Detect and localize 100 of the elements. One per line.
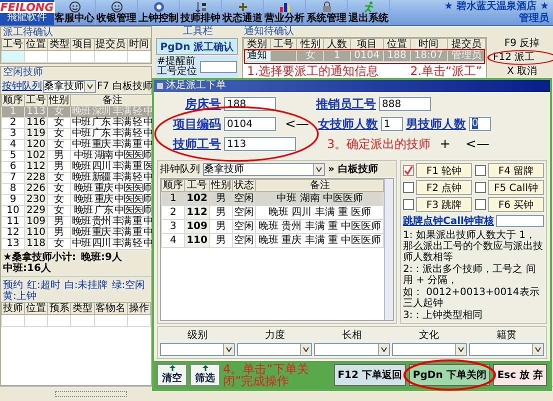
caret-icon	[303, 347, 310, 352]
filter-select[interactable]	[160, 343, 236, 356]
column-header: 位置	[24, 302, 48, 314]
locate-field[interactable]	[200, 61, 237, 73]
checkbox[interactable]	[475, 199, 486, 210]
legend-item: 预约	[3, 280, 23, 291]
queue-select[interactable]: 桑拿技师	[43, 80, 96, 92]
table-cell: 230	[24, 194, 48, 206]
toolbar-button[interactable]: 客服中心	[54, 0, 96, 25]
field-label[interactable]: 女技师人数	[318, 116, 378, 132]
table-cell: 188	[383, 50, 410, 62]
legend-item: 绿:空闲	[112, 280, 146, 291]
note-text: 如： 0012+0013+0014表示三人起钟	[403, 287, 540, 309]
male-count-field[interactable]: 0	[468, 117, 491, 131]
up-arrow-icon	[202, 365, 208, 371]
locate-label: #提醒前工号定位	[157, 57, 198, 77]
technician-row[interactable]: 4 110 男 空闲 晚班 重庆 丰满 重 中医医师	[162, 234, 384, 248]
return-button[interactable]: F12 下单返回	[334, 364, 406, 386]
female-count-field[interactable]: 1	[380, 117, 403, 131]
filter-select[interactable]	[468, 343, 544, 356]
table-cell: 18:07	[410, 50, 448, 62]
panel-title: 空闲技师	[1, 67, 151, 78]
toolbar-button[interactable]: 退出系统	[348, 0, 390, 25]
checkbox[interactable]	[403, 165, 414, 176]
notice-row[interactable]: 通知 女 1 0104 188 18:07 管理员	[244, 50, 486, 62]
filter-select[interactable]	[314, 343, 390, 356]
toolbar-button[interactable]: 技师排钟	[180, 0, 222, 25]
annotation-text: 4。单击“下单关闭”完成操作	[223, 363, 310, 387]
technician-number-field[interactable]: 113	[224, 137, 296, 151]
table-cell: 229	[24, 206, 48, 216]
table-cell: 男	[209, 234, 233, 248]
table-cell: 女	[48, 140, 70, 150]
cancel-button[interactable]: Esc 放 弃	[493, 364, 547, 386]
option-button[interactable]: F1 轮钟	[416, 163, 472, 178]
table-cell: 226	[24, 184, 48, 194]
annotation-text: 3。确定派出的技师	[327, 138, 431, 150]
toolbar-button[interactable]: 系统管理	[306, 0, 348, 25]
annotation-text: 1.选择要派工的通知信息	[247, 65, 378, 78]
figure-icon	[362, 1, 374, 13]
column-header: 顺序	[162, 180, 185, 192]
table-cell: 晚班 贵州 丰满 重 中医医师	[256, 220, 384, 234]
table-cell: 女	[48, 118, 70, 128]
table-cell: 男	[48, 228, 70, 238]
confirm-dispatch-button[interactable]: PgDn 派工确认	[156, 38, 238, 55]
side-button[interactable]: F9 反掉	[493, 38, 551, 49]
filter-select[interactable]	[237, 343, 312, 356]
toolbar-button[interactable]: 营业分析	[264, 0, 306, 25]
table-cell: 男	[209, 220, 233, 234]
column-header: 位置	[24, 38, 48, 50]
clear-button[interactable]: 清空	[157, 364, 187, 386]
panel-title: 派工待确认	[1, 27, 151, 38]
table-cell: 男	[48, 150, 70, 162]
table-cell: 空闲	[232, 234, 256, 248]
option-button[interactable]: F4 留牌	[488, 163, 544, 178]
field-label[interactable]: 房床号	[157, 96, 221, 112]
option-button[interactable]: F5 Call钟	[488, 180, 544, 195]
audit-field[interactable]	[496, 215, 544, 227]
seller-field[interactable]: 888	[379, 97, 431, 111]
plus-icon	[236, 1, 248, 13]
side-button[interactable]: X 取消	[493, 66, 551, 77]
filter-select[interactable]	[392, 343, 467, 356]
option-button[interactable]: F2 点钟	[416, 180, 472, 195]
toolbar-button[interactable]: 上钟控制	[138, 0, 180, 25]
scrollbar[interactable]	[384, 179, 393, 320]
table-cell: 118	[24, 238, 48, 250]
window-icon	[157, 83, 163, 89]
annotation-text: 2.单击“派工”	[410, 65, 482, 78]
whiteboard-label: F7 白板技师	[97, 80, 152, 93]
note-text: 1: 如果派出技师人数大于 1，那么派出工号的个数应与派出技师人数相等	[403, 230, 544, 263]
option-button[interactable]: F6 买钟	[488, 197, 544, 212]
caret-icon	[458, 347, 464, 352]
bar-chart-icon	[278, 1, 290, 13]
field-label[interactable]: 男技师人数	[406, 116, 466, 132]
column-header: 类型	[48, 38, 71, 50]
column-header: 提交员	[94, 38, 128, 50]
audit-link[interactable]: 跳牌点钟Call钟审核	[403, 214, 494, 228]
technician-row[interactable]: 2 112 男 空闲 晚班 四川 丰满 重 医师	[162, 206, 384, 220]
column-header: 状态	[232, 180, 256, 192]
queue-link[interactable]: 按钟队列	[2, 79, 42, 93]
checkbox[interactable]	[403, 182, 414, 193]
filter-label: 文化	[419, 328, 440, 342]
plus-text: +	[438, 136, 452, 152]
toolbar-button[interactable]: 收银管理	[96, 0, 138, 25]
item-code-field[interactable]: 0104	[224, 117, 276, 131]
technician-row[interactable]: 3 109 男 空闲 晚班 贵州 丰满 重 中医医师	[162, 220, 384, 234]
filter-button[interactable]: 筛选	[190, 364, 220, 386]
table-cell: 109	[24, 216, 48, 228]
toolbar-button[interactable]: 状态通道	[222, 0, 264, 25]
field-label[interactable]: 项目编码	[157, 116, 221, 132]
field-label[interactable]: 技师工号	[157, 136, 221, 152]
close-order-button[interactable]: PgDn 下单关闭	[408, 364, 490, 386]
table-cell: 112	[24, 162, 48, 172]
checkbox[interactable]	[475, 165, 486, 176]
queue-select[interactable]: 桑拿技师	[203, 162, 325, 176]
option-button[interactable]: F3 跳牌	[416, 197, 472, 212]
table-cell: 1	[162, 192, 185, 206]
technician-row[interactable]: 1 102 男 空闲 中班 湖南 中医医师	[162, 192, 384, 206]
checkbox[interactable]	[475, 182, 486, 193]
field-label[interactable]: 推销员工号	[316, 96, 376, 112]
checkbox[interactable]	[403, 199, 414, 210]
